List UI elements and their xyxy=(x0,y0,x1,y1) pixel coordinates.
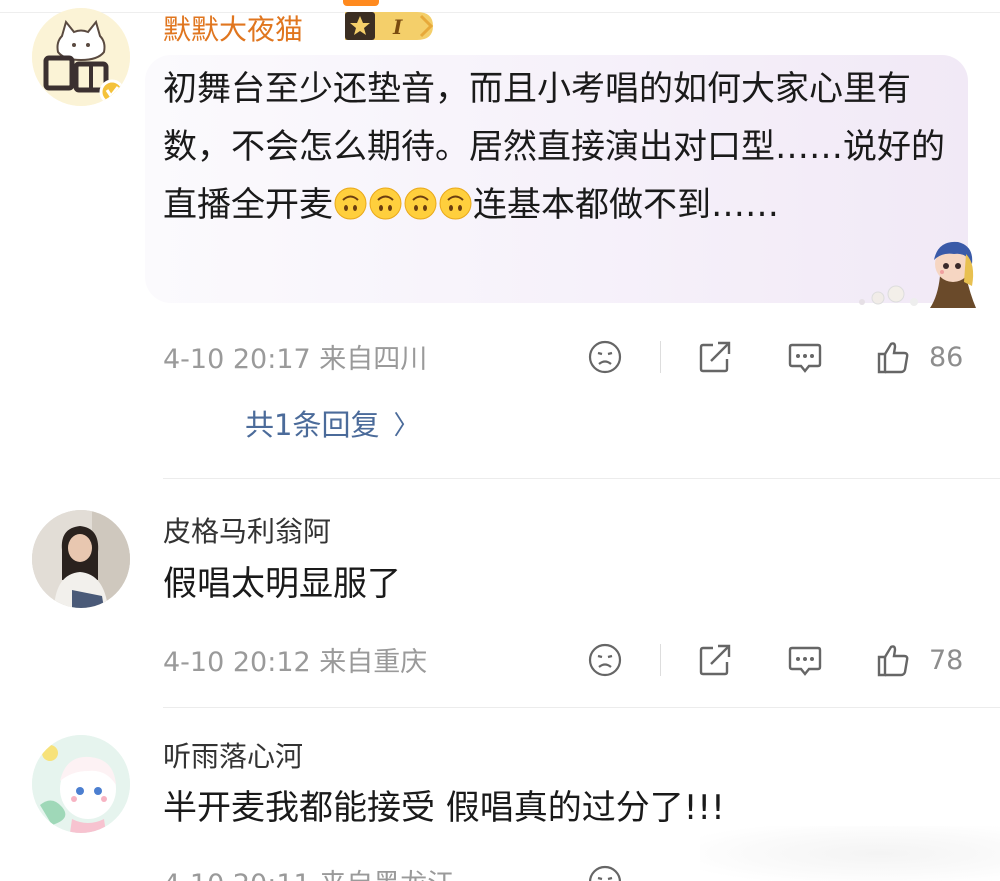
comment-item: 听雨落心河 半开麦我都能接受 假唱真的过分了!!! 4-10 20:11 来自黑… xyxy=(0,0,1000,881)
sad-face-icon xyxy=(588,865,622,881)
anime-girl-avatar xyxy=(32,735,130,833)
comment-text: 半开麦我都能接受 假唱真的过分了!!! xyxy=(163,788,725,828)
avatar[interactable] xyxy=(32,735,130,833)
username[interactable]: 听雨落心河 xyxy=(163,735,303,775)
comment-time: 4-10 20:11 xyxy=(163,869,311,881)
comment-location: 来自黑龙江 xyxy=(319,869,454,881)
comment-time-location: 4-10 20:11 来自黑龙江 xyxy=(163,862,454,881)
blurred-overlay xyxy=(700,826,1000,881)
dislike-button[interactable] xyxy=(587,862,623,881)
